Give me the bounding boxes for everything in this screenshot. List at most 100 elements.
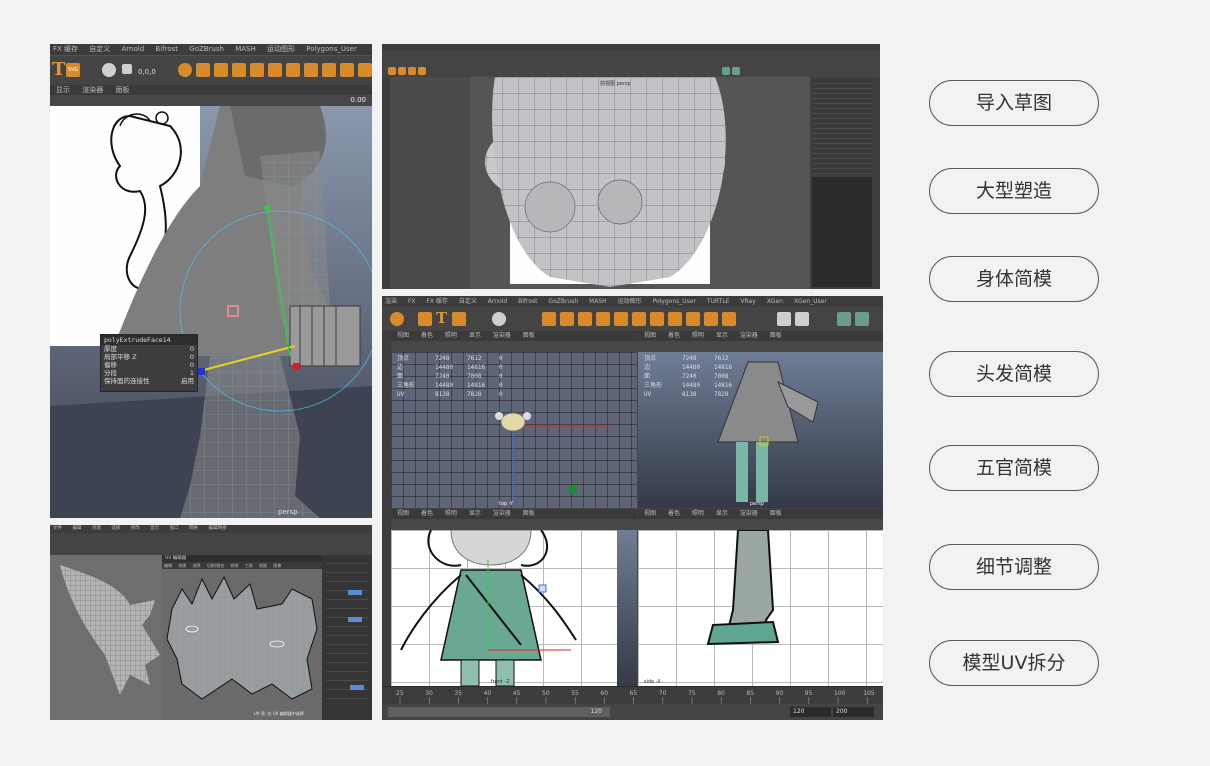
range-max-field[interactable]: 200 [833, 707, 874, 717]
cut-icon[interactable] [340, 63, 354, 77]
view-menu-item[interactable]: 着色 [421, 332, 433, 339]
menu-item[interactable]: MASH [589, 298, 607, 305]
mirror-icon[interactable] [358, 63, 372, 77]
cube-icon[interactable] [398, 67, 406, 75]
step-body-base-model[interactable]: 身体简模 [929, 256, 1099, 302]
view-menu-item[interactable]: 着色 [668, 332, 680, 339]
head-viewport[interactable]: 前视图 persp [470, 77, 810, 289]
append-icon[interactable] [304, 63, 318, 77]
pen-icon[interactable] [777, 312, 791, 326]
range-end-field[interactable]: 120 [790, 707, 831, 717]
view-menu-item[interactable]: 渲染器 [493, 332, 511, 339]
menu-item[interactable]: 创建 [92, 526, 101, 531]
view-menu-item[interactable]: 显示 [716, 510, 728, 517]
menu-item[interactable]: MASH [235, 45, 256, 53]
viewport-panel-body[interactable]: 渲染 FX FX 缓存 自定义 Arnold Bifrost GoZBrush … [382, 296, 883, 720]
svg-tool-icon[interactable]: SVG [66, 63, 80, 77]
menu-item[interactable]: 编辑网格 [209, 526, 227, 531]
popup-row[interactable]: 厚度 0 [101, 345, 197, 353]
menu-item[interactable]: 编辑 [72, 526, 81, 531]
uv-layout-icon[interactable] [732, 67, 740, 75]
uv-canvas[interactable]: UV 壳: 在 UV 编辑器中选择 [162, 569, 322, 720]
side-view-grid[interactable]: side -X [638, 530, 883, 686]
menu-item[interactable]: 运动图形 [267, 45, 295, 53]
menu-item[interactable]: VRay [740, 298, 755, 305]
pivot-icon[interactable] [122, 64, 132, 74]
manipulator-handle-green[interactable] [264, 205, 270, 211]
menu-item[interactable]: FX 缓存 [53, 45, 78, 53]
view-menu-item[interactable]: 显示 [716, 332, 728, 339]
uv-icon[interactable] [837, 312, 851, 326]
cube-icon[interactable] [560, 312, 574, 326]
timeline[interactable]: 25 30 35 40 45 50 55 60 65 70 75 80 85 90 95 100 105 [382, 686, 883, 705]
panel-menu-item[interactable]: 面板 [115, 86, 129, 94]
top-view-pane[interactable]: 视图 着色 照明 显示 渲染器 面板 顶点 7248 7612 0 边 14480 148… [391, 331, 637, 508]
text-tool-icon[interactable]: T [52, 59, 65, 80]
view-menu-item[interactable]: 渲染器 [740, 510, 758, 517]
menu-item[interactable]: TURTLE [707, 298, 730, 305]
menu-item[interactable]: 窗口 [170, 526, 179, 531]
svg-tool-icon[interactable] [452, 312, 466, 326]
viewport-panel-head[interactable]: 前视图 persp [382, 44, 880, 289]
view-menu-item[interactable]: 照明 [692, 510, 704, 517]
persp-viewport[interactable]: 顶点 7248 7612 边 14480 14816 面 7240 7008 三角形 1448… [638, 352, 883, 508]
top-view-grid[interactable]: 顶点 7248 7612 0 边 14480 14816 0 面 7240 7008 0 三角形 1… [391, 352, 637, 508]
view-menu-item[interactable]: 面板 [770, 332, 782, 339]
popup-row-value[interactable]: 0 [190, 353, 194, 361]
menu-item[interactable]: Polygons_User [306, 45, 357, 53]
view-menu-item[interactable]: 显示 [469, 510, 481, 517]
uv-menu-item[interactable]: 图像 [273, 563, 281, 568]
view-menu-item[interactable]: 视图 [397, 332, 409, 339]
menu-item[interactable]: GoZBrush [548, 298, 578, 305]
popup-row[interactable]: 分段 1 [101, 369, 197, 377]
manipulator-handle-blue[interactable] [198, 368, 205, 375]
uv-menu-item[interactable]: 切割/缝合 [207, 563, 224, 568]
target-icon[interactable] [390, 312, 404, 326]
menu-item[interactable]: 网格 [189, 526, 198, 531]
front-view-grid[interactable]: front -Z [391, 530, 617, 686]
timeline-ruler[interactable]: 25 30 35 40 45 50 55 60 65 70 75 80 85 90 95 100 105 [382, 687, 883, 705]
view-menu-item[interactable]: 面板 [523, 510, 535, 517]
popup-row-value[interactable]: 启用 [181, 377, 194, 385]
view-menu-item[interactable]: 面板 [770, 510, 782, 517]
menu-item[interactable]: GoZBrush [189, 45, 224, 53]
view-menu-item[interactable]: 显示 [469, 332, 481, 339]
view-menu-item[interactable]: 视图 [644, 510, 656, 517]
uv-toolkit-button[interactable] [348, 590, 362, 595]
sculpt-viewport[interactable]: persp [50, 106, 372, 518]
range-slider[interactable]: 120 120 200 [382, 704, 883, 720]
extrude-attribute-popup[interactable]: polyExtrudeFace14 厚度 0 局部平移 Z 0 偏移 0 分段 … [100, 334, 198, 392]
bevel-icon[interactable] [632, 312, 646, 326]
extrude-icon[interactable] [418, 67, 426, 75]
uv-menu-item[interactable]: 选择 [193, 563, 201, 568]
step-hair-base-model[interactable]: 头发简模 [929, 351, 1099, 397]
view-menu-item[interactable]: 照明 [692, 332, 704, 339]
view-menu-item[interactable]: 渲染器 [740, 332, 758, 339]
view-menu-item[interactable]: 照明 [445, 332, 457, 339]
menu-item[interactable]: 文件 [53, 526, 62, 531]
cylinder-icon[interactable] [214, 63, 228, 77]
view-menu-item[interactable]: 着色 [421, 510, 433, 517]
cut-icon[interactable] [704, 312, 718, 326]
grid-icon[interactable] [232, 63, 246, 77]
uv-menu-item[interactable]: 工具 [245, 563, 253, 568]
sphere-icon[interactable] [388, 67, 396, 75]
menu-item[interactable]: FX 缓存 [426, 298, 447, 305]
manipulator-handle-blue[interactable] [538, 584, 547, 593]
mirror-icon[interactable] [722, 312, 736, 326]
viewport-panel-uv[interactable]: 文件 编辑 创建 选择 修改 显示 窗口 网格 编辑网格 UV 编辑器 编辑 创… [50, 525, 372, 720]
append-icon[interactable] [668, 312, 682, 326]
uv-menu-item[interactable]: 修改 [230, 563, 238, 568]
menu-item[interactable]: 选择 [111, 526, 120, 531]
step-blockout-shape[interactable]: 大型塑造 [929, 168, 1099, 214]
view-menu-item[interactable]: 照明 [445, 510, 457, 517]
uv-menu-item[interactable]: 编辑 [164, 563, 172, 568]
popup-row-value[interactable]: 1 [190, 369, 194, 377]
panel-menu-item[interactable]: 渲染器 [82, 86, 103, 94]
front-view-scroll[interactable] [617, 530, 637, 686]
bevel-icon[interactable] [268, 63, 282, 77]
merge-icon[interactable] [686, 312, 700, 326]
persp-view-pane[interactable]: 视图 着色 照明 显示 渲染器 面板 顶点 7248 7612 边 14480 1481… [638, 331, 883, 508]
uv-toolkit-button[interactable] [350, 685, 364, 690]
uv-layout-icon[interactable] [855, 312, 869, 326]
